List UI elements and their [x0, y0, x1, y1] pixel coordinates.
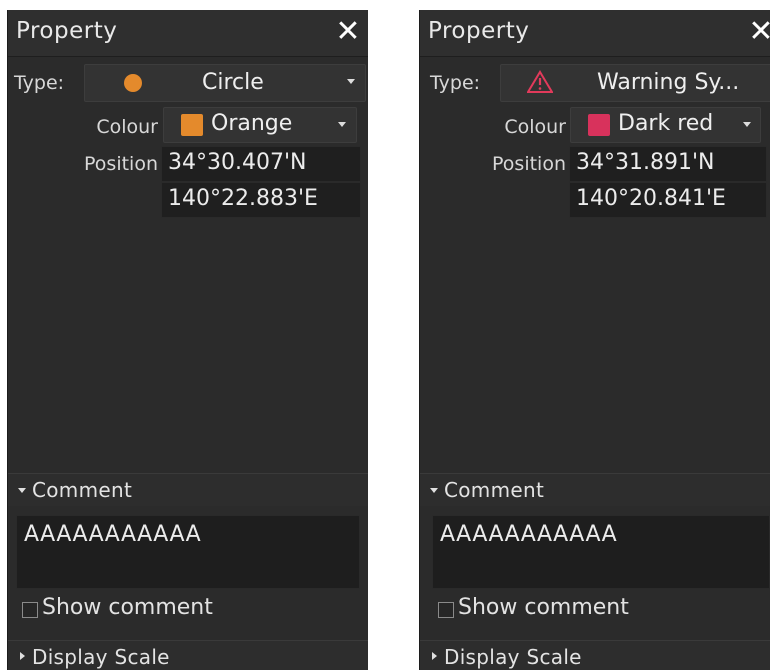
position-label: Position	[84, 153, 158, 175]
latitude-field[interactable]: 34°30.407'N	[161, 146, 361, 182]
colour-dropdown[interactable]: Orange	[163, 107, 357, 143]
longitude-value: 140°22.883'E	[168, 186, 318, 211]
type-value: Circle	[202, 70, 264, 95]
property-panel-circle: Property ✕ Type: Circle Colour Orange Po…	[7, 10, 368, 670]
type-value: Warning Sy...	[597, 70, 740, 95]
panel-title: Property	[428, 18, 530, 44]
colour-label: Colour	[96, 116, 158, 138]
type-label: Type:	[430, 72, 481, 94]
chevron-down-icon	[338, 122, 346, 127]
colour-label: Colour	[504, 116, 566, 138]
warning-triangle-icon	[527, 70, 553, 93]
chevron-down-icon	[347, 79, 355, 84]
display-scale-header-label: Display Scale	[32, 645, 170, 669]
panel-title: Property	[16, 18, 118, 44]
show-comment-label: Show comment	[42, 595, 213, 620]
chevron-right-icon	[432, 652, 437, 660]
longitude-field[interactable]: 140°20.841'E	[569, 182, 767, 218]
display-scale-header-label: Display Scale	[444, 645, 582, 669]
chevron-down-icon	[18, 488, 26, 493]
colour-swatch	[588, 114, 610, 136]
panel-titlebar: Property ✕	[420, 10, 770, 57]
comment-section-header[interactable]: Comment	[420, 473, 770, 506]
type-label: Type:	[14, 72, 65, 94]
panel-titlebar: Property ✕	[8, 10, 368, 57]
comment-textarea[interactable]: AAAAAAAAAAA	[432, 515, 770, 589]
type-dropdown[interactable]: Warning Sy...	[500, 64, 770, 102]
orange-circle-icon	[124, 74, 142, 92]
longitude-field[interactable]: 140°22.883'E	[161, 182, 361, 218]
colour-value: Orange	[211, 111, 293, 136]
comment-header-label: Comment	[444, 478, 545, 502]
colour-dropdown[interactable]: Dark red	[570, 107, 761, 143]
colour-value: Dark red	[618, 111, 714, 136]
position-label: Position	[492, 153, 566, 175]
comment-header-label: Comment	[32, 478, 133, 502]
show-comment-checkbox[interactable]	[438, 602, 454, 618]
latitude-value: 34°30.407'N	[168, 150, 307, 175]
colour-swatch	[181, 114, 203, 136]
comment-text: AAAAAAAAAAA	[24, 522, 202, 547]
property-panel-warning: Property ✕ Type: Warning Sy... Colour Da…	[419, 10, 770, 670]
comment-section-header[interactable]: Comment	[8, 473, 368, 506]
chevron-down-icon	[430, 488, 438, 493]
chevron-down-icon	[743, 122, 751, 127]
comment-textarea[interactable]: AAAAAAAAAAA	[16, 515, 360, 589]
longitude-value: 140°20.841'E	[576, 186, 726, 211]
latitude-value: 34°31.891'N	[576, 150, 715, 175]
latitude-field[interactable]: 34°31.891'N	[569, 146, 767, 182]
show-comment-checkbox[interactable]	[22, 602, 38, 618]
display-scale-section-header[interactable]: Display Scale	[420, 640, 770, 670]
comment-text: AAAAAAAAAAA	[440, 522, 618, 547]
display-scale-section-header[interactable]: Display Scale	[8, 640, 368, 670]
close-icon[interactable]: ✕	[332, 15, 364, 49]
chevron-right-icon	[20, 652, 25, 660]
show-comment-label: Show comment	[458, 595, 629, 620]
close-icon[interactable]: ✕	[745, 15, 770, 49]
type-dropdown[interactable]: Circle	[84, 64, 366, 102]
